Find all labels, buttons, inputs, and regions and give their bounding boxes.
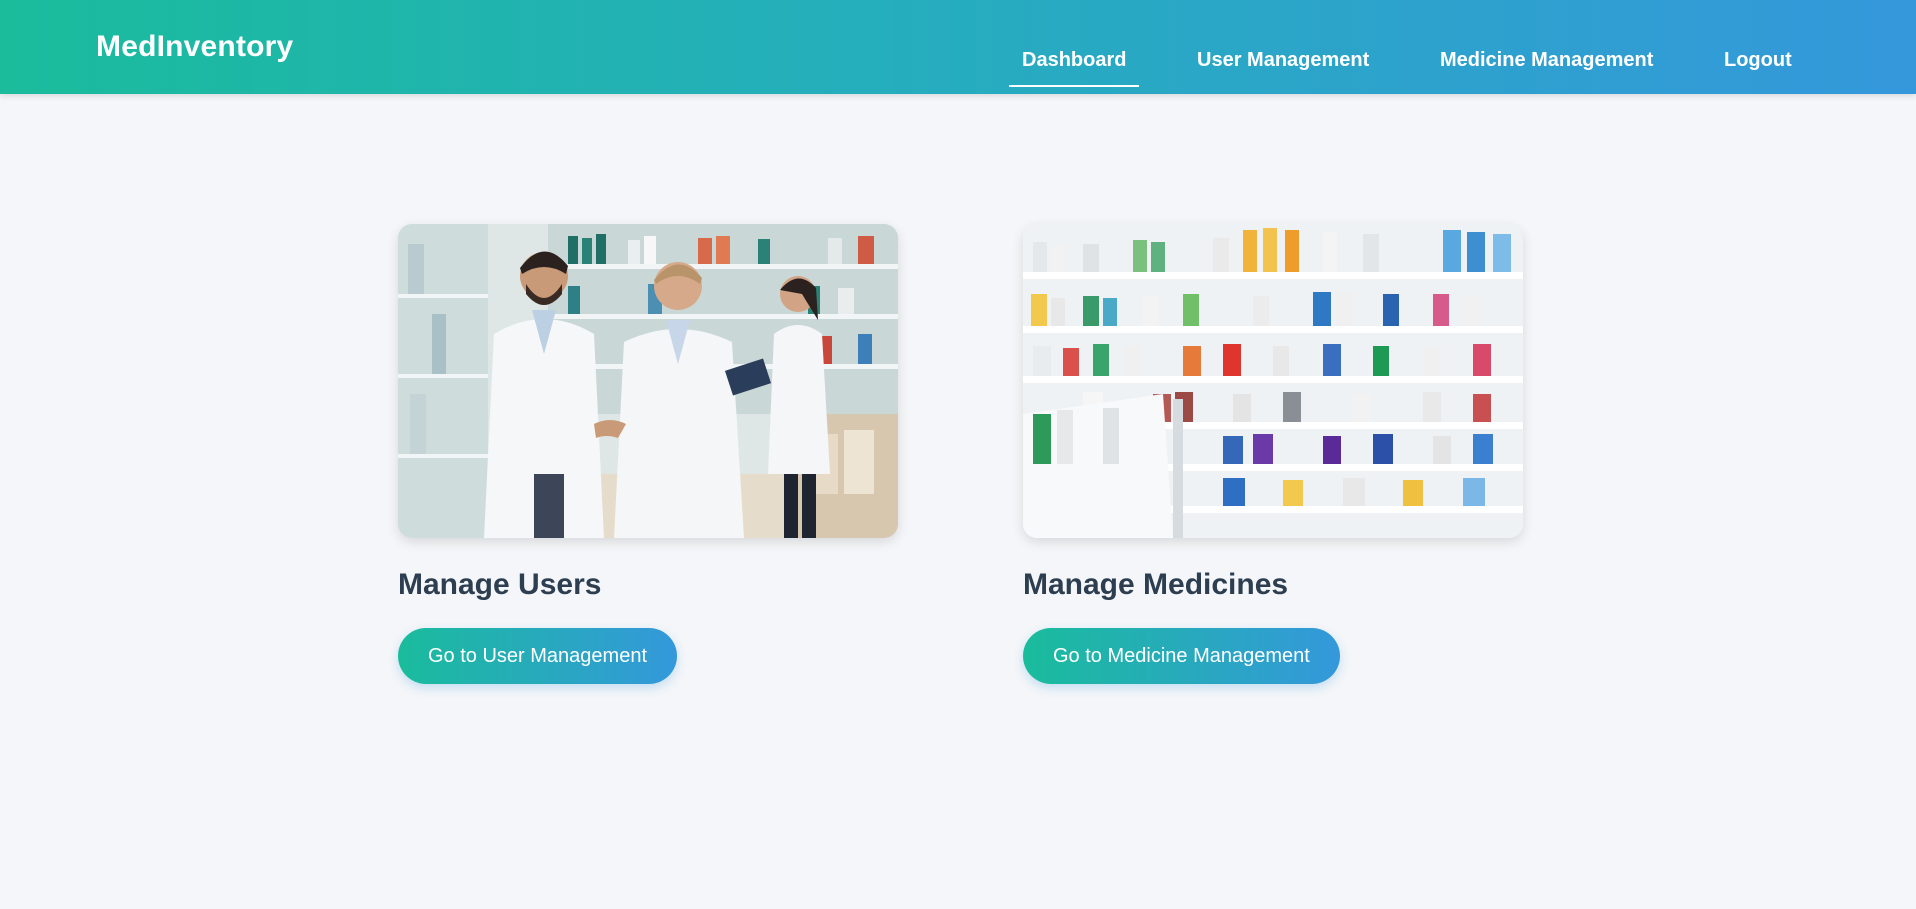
manage-users-card: Manage Users Go to User Management xyxy=(398,224,898,684)
go-to-user-management-button[interactable]: Go to User Management xyxy=(398,628,677,684)
manage-medicines-card: Manage Medicines Go to Medicine Manageme… xyxy=(1023,224,1523,684)
nav-medicine-management[interactable]: Medicine Management xyxy=(1440,49,1653,72)
brand-logo[interactable]: MedInventory xyxy=(96,30,293,64)
nav-dashboard[interactable]: Dashboard xyxy=(1022,49,1126,72)
go-to-medicine-management-button[interactable]: Go to Medicine Management xyxy=(1023,628,1340,684)
pharmacy-shelves-image xyxy=(1023,224,1523,538)
nav-logout[interactable]: Logout xyxy=(1724,49,1792,72)
pharmacists-handshake-image xyxy=(398,224,898,538)
manage-users-title: Manage Users xyxy=(398,568,602,601)
manage-medicines-title: Manage Medicines xyxy=(1023,568,1289,601)
active-nav-underline xyxy=(1009,85,1139,87)
nav-user-management[interactable]: User Management xyxy=(1197,49,1369,72)
top-navbar: MedInventory Dashboard User Management M… xyxy=(0,0,1916,94)
